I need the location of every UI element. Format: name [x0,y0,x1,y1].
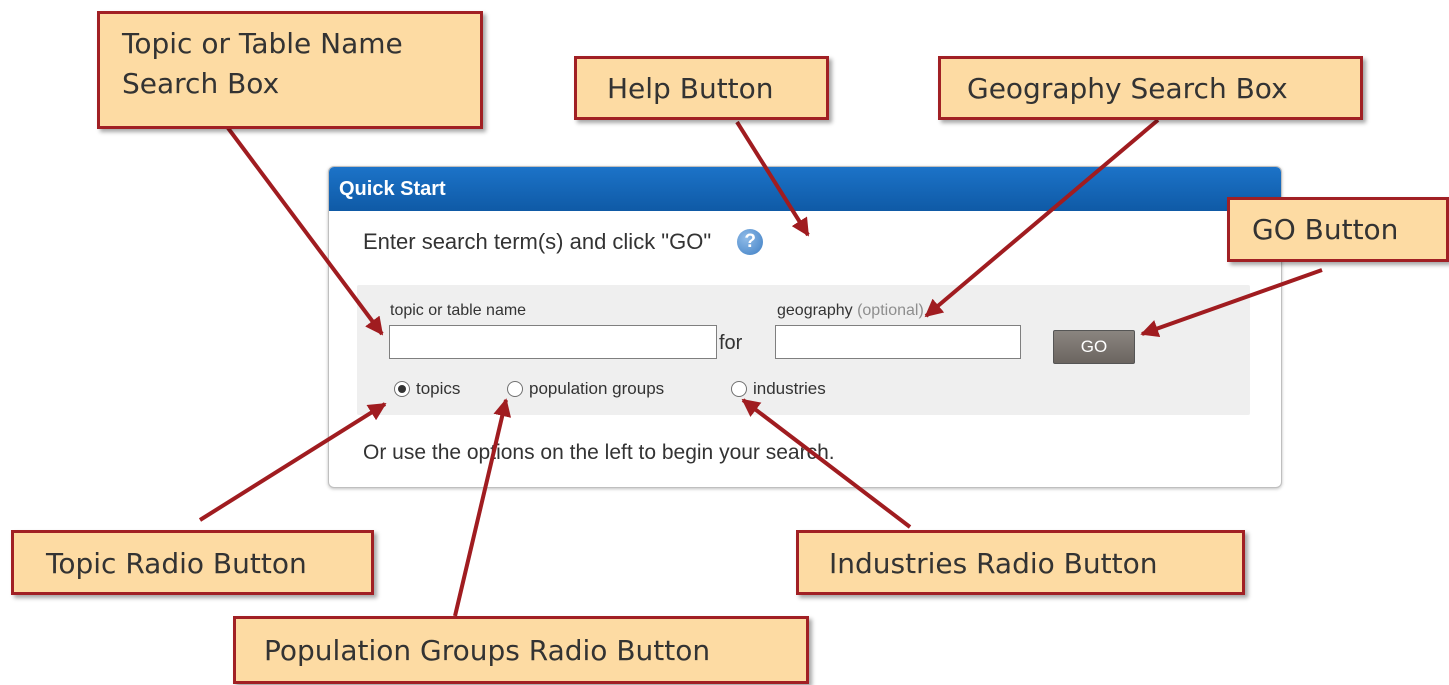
callout-topic-radio-button: Topic Radio Button [11,530,374,595]
arrow-go-button [1140,268,1323,338]
callout-population-groups-radio-button: Population Groups Radio Button [233,616,809,684]
arrow-topic-search [226,126,384,336]
callout-industries-radio-button: Industries Radio Button [796,530,1245,595]
callout-help-button: Help Button [574,56,829,120]
callout-go-button: GO Button [1227,197,1449,262]
arrow-geography-search [924,118,1160,318]
callout-topic-search-box: Topic or Table Name Search Box [97,11,483,129]
arrow-industries-radio [741,398,912,529]
callout-geography-search-box: Geography Search Box [938,56,1363,120]
arrow-topic-radio [198,402,387,522]
arrow-population-radio [453,398,512,617]
arrow-help-button [735,120,810,237]
